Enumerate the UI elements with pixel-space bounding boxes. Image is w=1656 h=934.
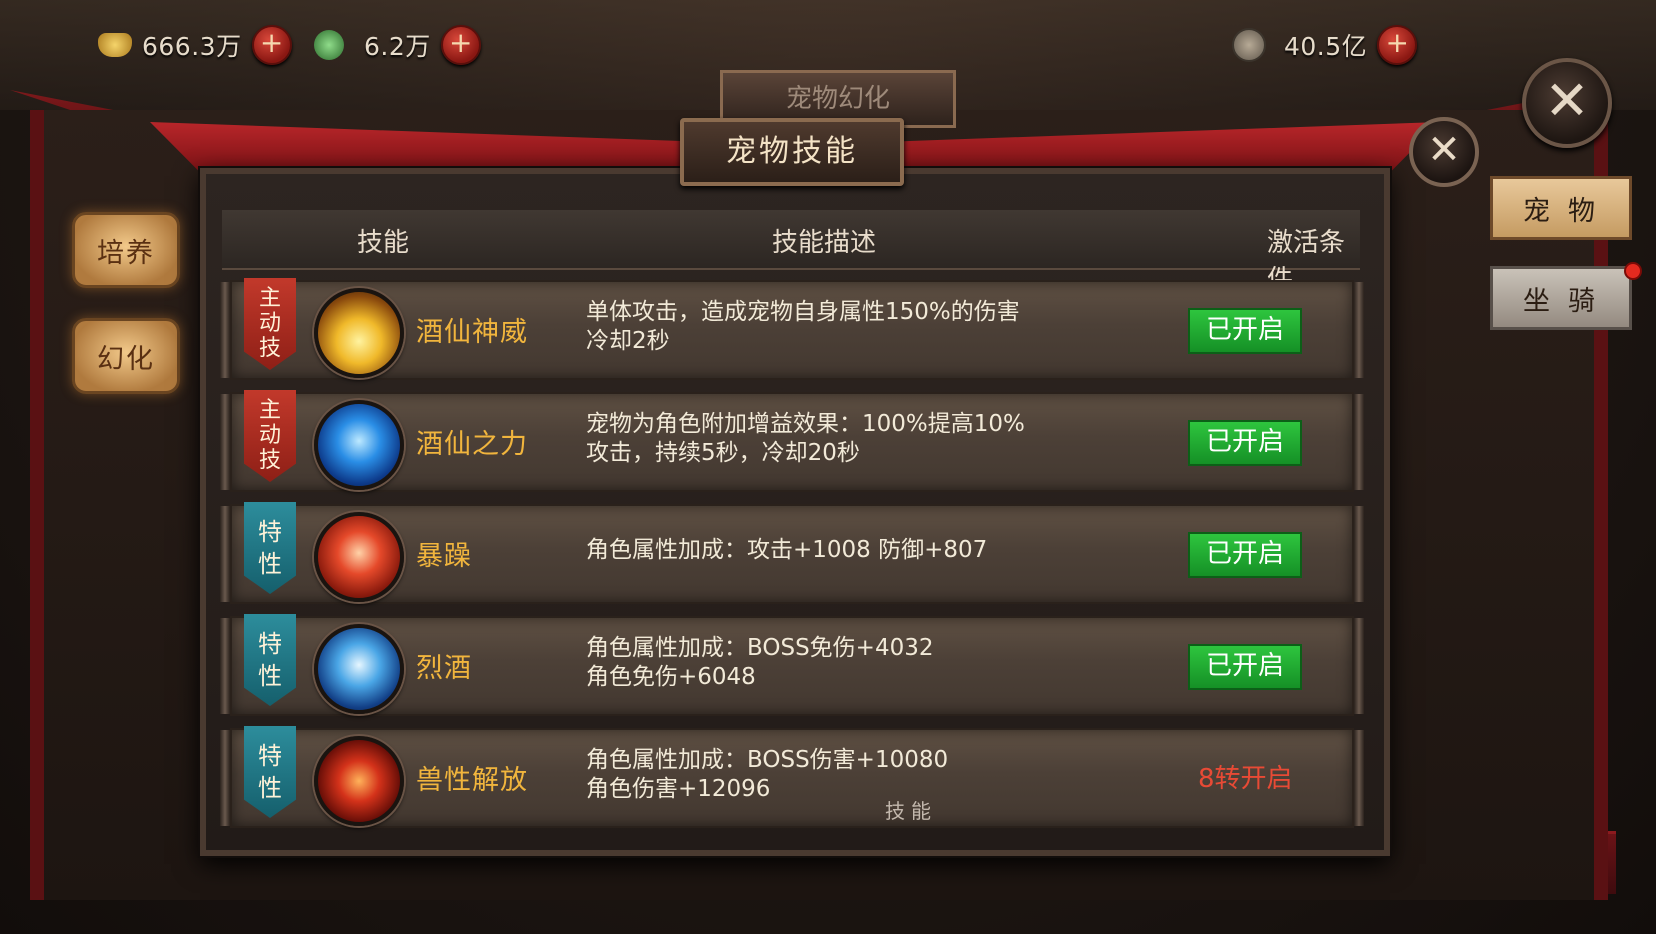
skill-type-banner: 主 动 技 [244, 390, 296, 482]
skill-type-banner: 特 性 [244, 502, 296, 594]
add-coin-button[interactable]: + [1377, 25, 1418, 65]
skill-type-label: 特 性 [258, 630, 282, 690]
tab-pet[interactable]: 宠物 [1490, 176, 1632, 240]
skill-type-banner: 特 性 [244, 726, 296, 818]
skill-description: 角色属性加成：BOSS免伤+4032 角色免伤+6048 [586, 634, 1106, 692]
header-skill: 技能 [357, 228, 410, 258]
add-jade-button[interactable]: + [440, 25, 481, 65]
skill-name: 烈酒 [416, 653, 472, 684]
skill-description: 角色属性加成：攻击+1008 防御+807 [586, 536, 1106, 565]
skill-type-banner: 特 性 [244, 614, 296, 706]
currency-gold: 666.3万 + [98, 24, 292, 66]
skill-description: 角色属性加成：BOSS伤害+10080 角色伤害+12096 [586, 746, 1106, 804]
skill-description: 宠物为角色附加增益效果：100%提高10% 攻击，持续5秒，冷却20秒 [586, 410, 1106, 468]
jade-amount: 6.2万 [364, 32, 431, 61]
skill-row[interactable]: 特 性 暴躁 角色属性加成：攻击+1008 防御+807 已开启 [220, 502, 1364, 604]
cultivate-button[interactable]: 培养 [72, 212, 180, 288]
currency-jade: 6.2万 + [314, 24, 481, 66]
fire-vortex-icon[interactable] [314, 736, 404, 826]
skill-type-label: 主 动 技 [258, 286, 281, 361]
description-line-2: 角色伤害+12096 [586, 776, 771, 802]
description-line-1: 角色属性加成：BOSS免伤+4032 [586, 635, 934, 661]
skill-type-label: 主 动 技 [258, 398, 281, 473]
golden-flame-icon[interactable] [314, 288, 404, 378]
description-line-1: 宠物为角色附加增益效果：100%提高10% [586, 411, 1025, 437]
description-line-2: 攻击，持续5秒，冷却20秒 [586, 440, 860, 466]
skill-type-label: 特 性 [258, 518, 282, 578]
skill-type-label: 特 性 [258, 742, 282, 802]
notification-dot [1624, 262, 1642, 280]
description-line-2: 冷却2秒 [586, 328, 670, 354]
dialog-title: 宠物技能 [680, 118, 904, 186]
skill-description: 单体攻击，造成宠物自身属性150%的伤害 冷却2秒 [586, 298, 1106, 356]
tab-mount[interactable]: 坐骑 [1490, 266, 1632, 330]
status-badge: 已开启 [1188, 308, 1302, 354]
skill-type-banner: 主 动 技 [244, 278, 296, 370]
currency-coin: 40.5亿 + [1232, 24, 1418, 66]
status-badge: 已开启 [1188, 420, 1302, 466]
dialog-close-icon[interactable]: ✕ [1409, 117, 1479, 187]
status-badge: 已开启 [1188, 532, 1302, 578]
blue-whirl-icon[interactable] [314, 624, 404, 714]
skill-row[interactable]: 主 动 技 酒仙之力 宠物为角色附加增益效果：100%提高10% 攻击，持续5秒… [220, 390, 1364, 492]
description-line-1: 角色属性加成：攻击+1008 防御+807 [586, 537, 988, 563]
jade-coin-icon [314, 30, 344, 60]
description-line-1: 单体攻击，造成宠物自身属性150%的伤害 [586, 299, 1020, 325]
close-icon[interactable]: ✕ [1522, 58, 1612, 148]
skill-name: 酒仙之力 [416, 429, 528, 460]
skill-row[interactable]: 主 动 技 酒仙神威 单体攻击，造成宠物自身属性150%的伤害 冷却2秒 已开启 [220, 278, 1364, 380]
skill-row[interactable]: 特 性 烈酒 角色属性加成：BOSS免伤+4032 角色免伤+6048 已开启 [220, 614, 1364, 716]
copper-coin-icon [1232, 28, 1266, 62]
skill-row[interactable]: 特 性 兽性解放 角色属性加成：BOSS伤害+10080 角色伤害+12096 … [220, 726, 1364, 828]
add-gold-button[interactable]: + [251, 25, 292, 65]
gold-ingot-icon [98, 33, 132, 57]
red-muscle-icon[interactable] [314, 512, 404, 602]
coin-amount: 40.5亿 [1284, 32, 1368, 61]
blue-gourd-icon[interactable] [314, 400, 404, 490]
table-header: 技能 技能描述 激活条件 [222, 210, 1360, 295]
gold-amount: 666.3万 [142, 32, 242, 61]
skill-name: 暴躁 [416, 541, 472, 572]
bottom-skill-label[interactable]: 技能 [885, 795, 937, 824]
header-description: 技能描述 [772, 228, 877, 258]
status-badge: 已开启 [1188, 644, 1302, 690]
status-locked-label: 8转开启 [1198, 764, 1293, 794]
description-line-1: 角色属性加成：BOSS伤害+10080 [586, 747, 949, 773]
skill-name: 兽性解放 [416, 765, 528, 796]
description-line-2: 角色免伤+6048 [586, 664, 756, 690]
skill-name: 酒仙神威 [416, 317, 528, 348]
transform-button[interactable]: 幻化 [72, 318, 180, 394]
